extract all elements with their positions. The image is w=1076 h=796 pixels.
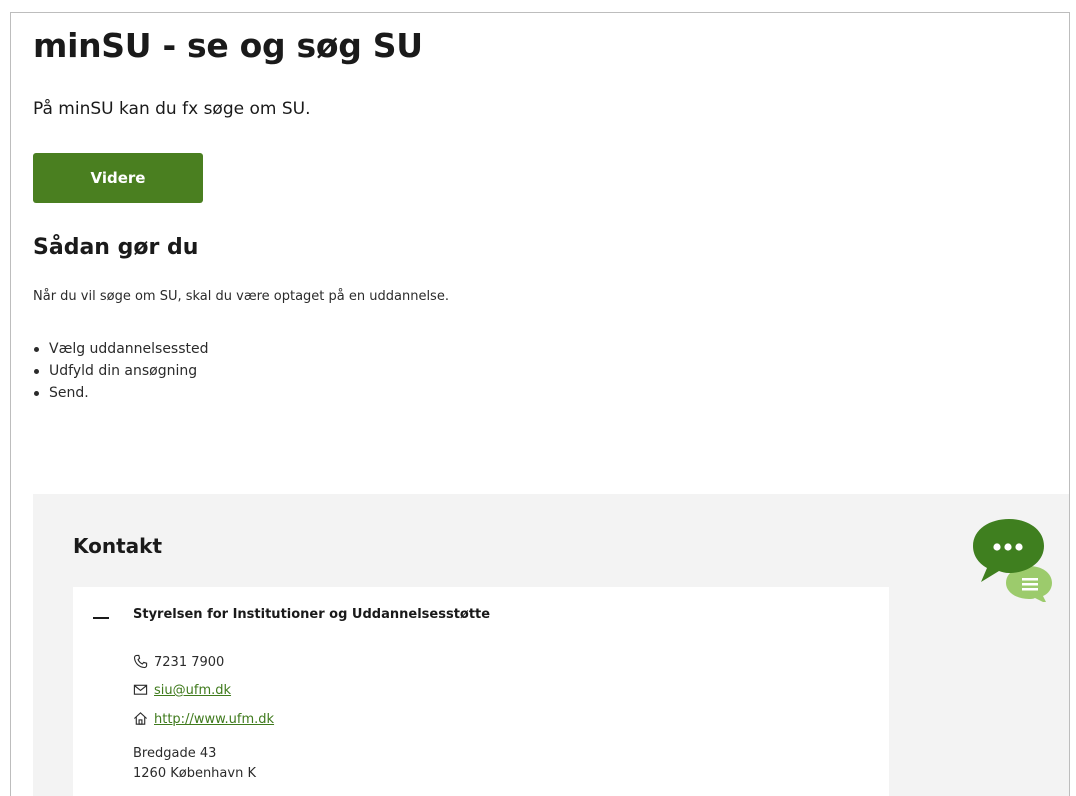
chat-bubble-icon (973, 519, 1052, 604)
step-item-2: Udfyld din ansøgning (33, 360, 209, 382)
contact-card: Styrelsen for Institutioner og Uddannels… (73, 587, 889, 796)
step-item-3: Send. (33, 382, 209, 404)
page-frame: minSU - se og søg SU På minSU kan du fx … (10, 12, 1070, 796)
phone-number: 7231 7900 (154, 655, 225, 670)
contact-email: siu@ufm.dk (133, 681, 231, 701)
contact-org-name: Styrelsen for Institutioner og Uddannels… (133, 607, 491, 622)
envelope-icon (133, 684, 148, 695)
minus-icon (93, 617, 109, 619)
steps-list: Vælg uddannelsessted Udfyld din ansøgnin… (33, 338, 209, 404)
contact-address: Bredgade 43 1260 København K (133, 744, 256, 784)
contact-accordion-toggle[interactable]: Styrelsen for Institutioner og Uddannels… (73, 587, 889, 643)
address-city: 1260 København K (133, 766, 256, 781)
contact-title: Kontakt (73, 534, 163, 558)
contact-website: http://www.ufm.dk (133, 710, 274, 730)
page-title: minSU - se og søg SU (33, 26, 423, 65)
step-item-1: Vælg uddannelsessted (33, 338, 209, 360)
home-icon (134, 712, 147, 725)
chat-widget-button[interactable] (971, 518, 1055, 604)
email-link[interactable]: siu@ufm.dk (154, 683, 231, 698)
videre-button[interactable]: Videre (33, 153, 203, 203)
address-street: Bredgade 43 (133, 746, 217, 761)
website-link[interactable]: http://www.ufm.dk (154, 712, 274, 727)
intro-text: På minSU kan du fx søge om SU. (33, 99, 311, 119)
contact-phone: 7231 7900 (133, 653, 224, 673)
howto-lead: Når du vil søge om SU, skal du være opta… (33, 289, 449, 304)
contact-section: Kontakt Styrelsen for Institutioner og U… (33, 494, 1069, 796)
howto-title: Sådan gør du (33, 235, 199, 260)
phone-icon (133, 654, 148, 669)
